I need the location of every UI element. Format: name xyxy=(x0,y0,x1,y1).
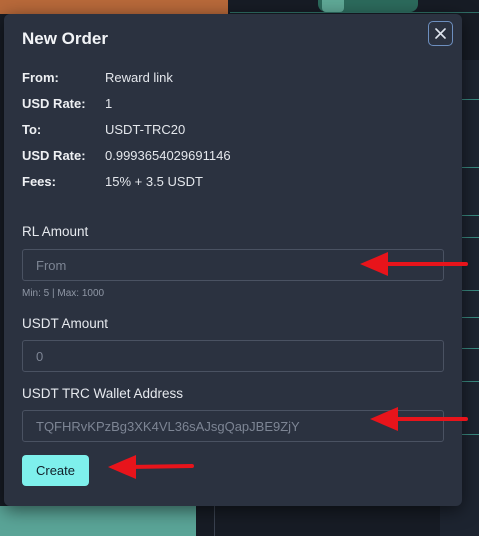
background-card xyxy=(0,506,196,536)
info-value: 1 xyxy=(105,96,113,111)
background-divider xyxy=(230,12,479,13)
background-badge xyxy=(318,0,418,12)
new-order-modal: New Order From: Reward link USD Rate: 1 … xyxy=(4,14,462,506)
info-label: Fees: xyxy=(22,174,56,189)
info-label: USD Rate: xyxy=(22,148,86,163)
usdt-amount-input[interactable] xyxy=(22,340,444,372)
modal-title: New Order xyxy=(22,29,108,48)
info-label: To: xyxy=(22,122,42,137)
info-row-fees: Fees: 15% + 3.5 USDT xyxy=(22,174,231,200)
info-value: USDT-TRC20 xyxy=(105,122,186,137)
rl-amount-limits: Min: 5 | Max: 1000 xyxy=(22,288,105,299)
info-row-from: From: Reward link xyxy=(22,70,231,96)
info-value: 0.9993654029691146 xyxy=(105,148,231,163)
info-label: From: xyxy=(22,70,59,85)
rl-amount-input[interactable] xyxy=(22,249,444,281)
info-value: Reward link xyxy=(105,70,173,85)
wallet-address-input[interactable] xyxy=(22,410,444,442)
info-label: USD Rate: xyxy=(22,96,86,111)
close-icon xyxy=(435,28,446,39)
wallet-address-label: USDT TRC Wallet Address xyxy=(22,386,184,401)
usdt-amount-label: USDT Amount xyxy=(22,316,109,331)
background-banner xyxy=(0,0,228,14)
close-button[interactable] xyxy=(428,21,453,46)
rl-amount-label: RL Amount xyxy=(22,224,89,239)
info-row-to: To: USDT-TRC20 xyxy=(22,122,231,148)
background-divider xyxy=(214,506,215,536)
info-row-from-rate: USD Rate: 1 xyxy=(22,96,231,122)
create-button[interactable]: Create xyxy=(22,455,89,486)
order-info-list: From: Reward link USD Rate: 1 To: USDT-T… xyxy=(22,70,231,200)
info-value: 15% + 3.5 USDT xyxy=(105,174,203,189)
info-row-to-rate: USD Rate: 0.9993654029691146 xyxy=(22,148,231,174)
